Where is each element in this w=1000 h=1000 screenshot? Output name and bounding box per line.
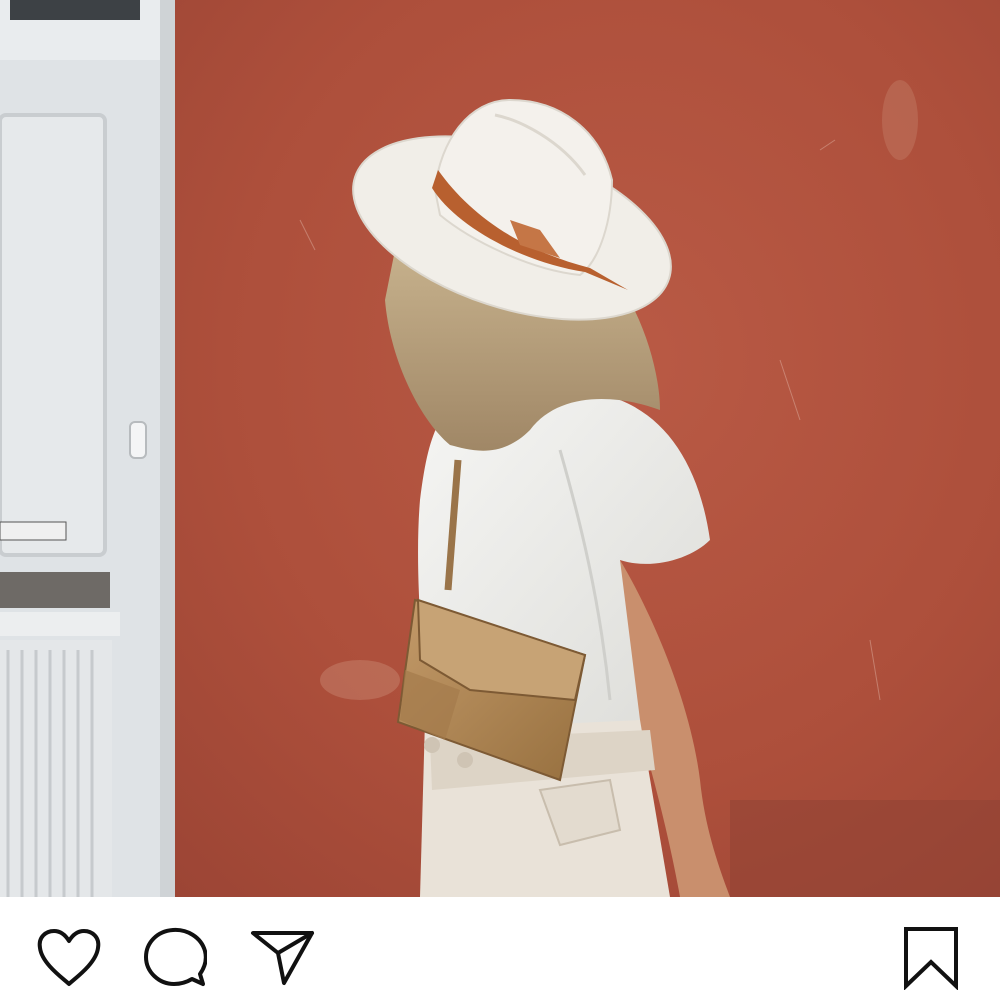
white-door xyxy=(0,0,175,897)
like-button[interactable] xyxy=(36,925,102,991)
paper-plane-icon xyxy=(251,931,314,985)
bookmark-outline-icon xyxy=(904,927,958,990)
heart-outline-icon xyxy=(37,929,101,986)
speech-bubble-icon xyxy=(144,927,207,986)
comment-button[interactable] xyxy=(142,925,208,991)
save-button[interactable] xyxy=(898,925,964,991)
share-button[interactable] xyxy=(250,925,316,991)
post-action-bar xyxy=(0,897,1000,1000)
post-photo[interactable] xyxy=(0,0,1000,897)
